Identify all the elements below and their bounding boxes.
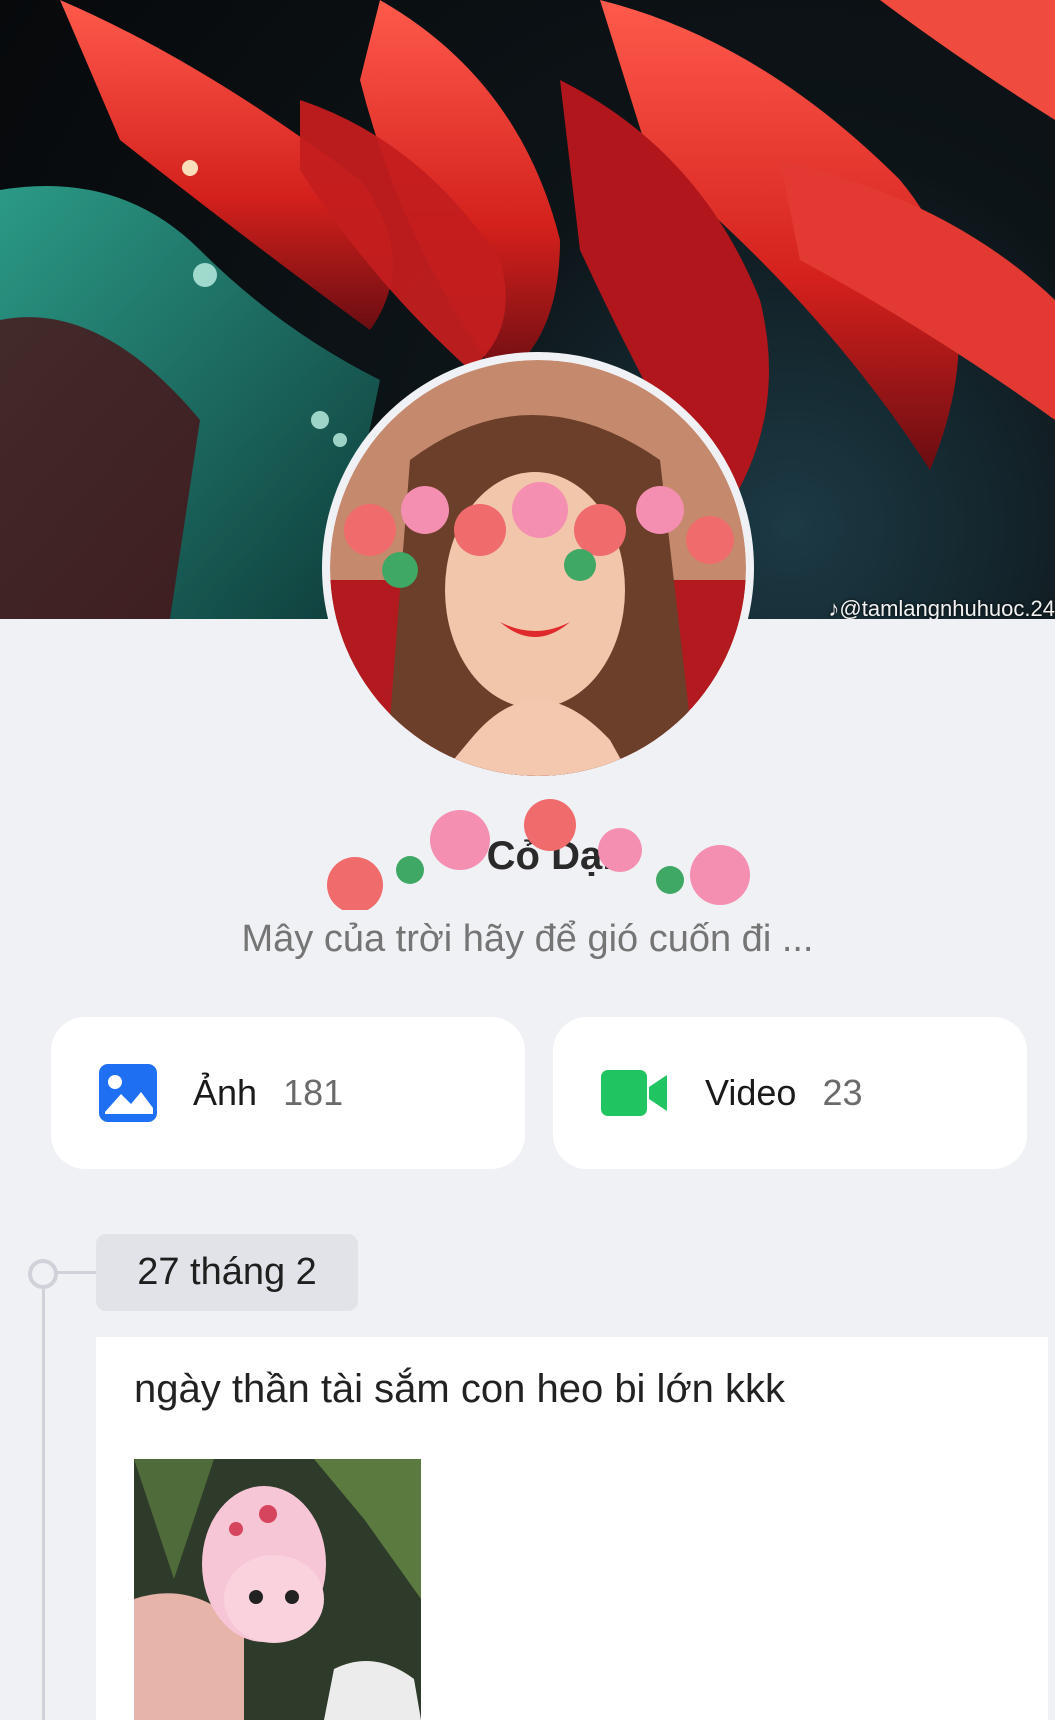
flower-sticker-name [327, 799, 750, 910]
photo-icon [99, 1064, 157, 1122]
photos-label: Ảnh [193, 1072, 258, 1113]
videos-card[interactable]: Video 23 [553, 1017, 1027, 1169]
video-camera-icon [601, 1070, 667, 1116]
timeline-dot [28, 1259, 58, 1289]
videos-count: 23 [822, 1072, 863, 1113]
avatar[interactable] [322, 352, 754, 784]
post-text: ngày thần tài sắm con heo bi lớn kkk [134, 1367, 786, 1411]
cover-watermark: ♪@tamlangnhuhuoc.24 [828, 596, 1055, 620]
timeline-connector [54, 1271, 96, 1274]
photos-card[interactable]: Ảnh 181 [51, 1017, 525, 1169]
profile-bio: Mây của trời hãy để gió cuốn đi ... [241, 918, 814, 960]
timeline-date: 27 tháng 2 [96, 1234, 358, 1311]
timeline-post[interactable]: ngày thần tài sắm con heo bi lớn kkk [96, 1337, 1048, 1720]
piggy-bank-photo [134, 1459, 421, 1720]
avatar-image [330, 360, 746, 776]
profile-name-area: Cỏ Dại [300, 790, 800, 910]
timeline-line [42, 1289, 45, 1720]
post-image[interactable] [134, 1459, 421, 1720]
photos-count: 181 [283, 1072, 344, 1113]
videos-label: Video [705, 1072, 797, 1113]
